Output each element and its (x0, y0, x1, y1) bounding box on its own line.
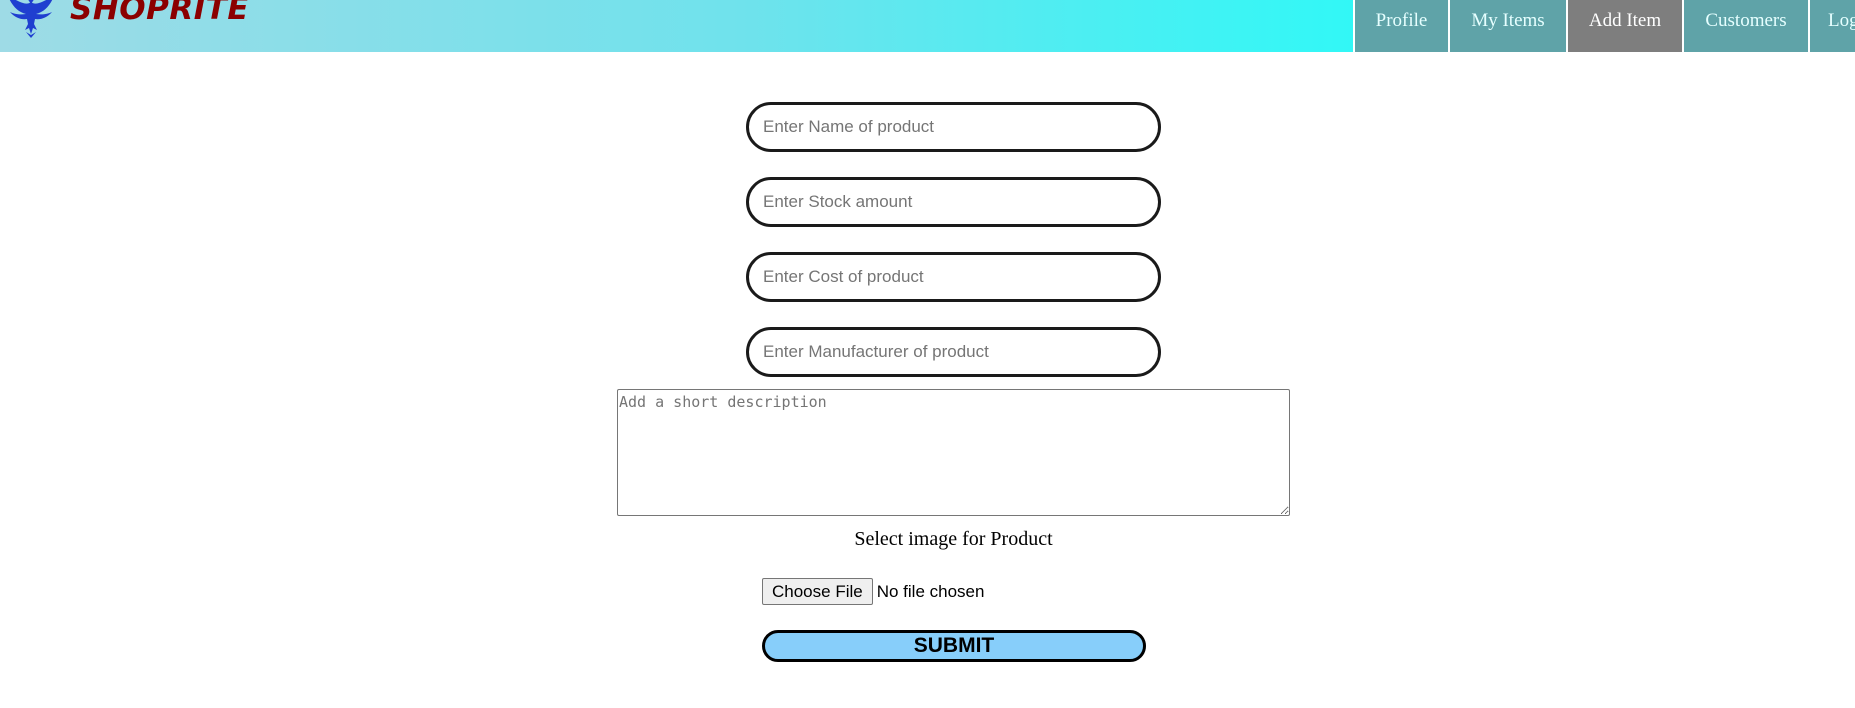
nav-item-add-item[interactable]: Add Item (1566, 0, 1682, 52)
product-name-input[interactable] (746, 102, 1161, 152)
nav-item-customers[interactable]: Customers (1682, 0, 1808, 52)
nav-item-my-items[interactable]: My Items (1448, 0, 1566, 52)
main-nav: Profile My Items Add Item Customers Log (1353, 0, 1855, 52)
choose-file-button[interactable]: Choose File (762, 578, 873, 605)
stock-amount-input[interactable] (746, 177, 1161, 227)
nav-item-profile[interactable]: Profile (1353, 0, 1448, 52)
nav-item-log[interactable]: Log (1808, 0, 1855, 52)
submit-button[interactable]: SUBMIT (762, 630, 1146, 662)
file-picker: Choose File No file chosen (762, 578, 984, 605)
eagle-logo-icon[interactable] (6, 0, 56, 38)
site-header: SHOPRITE Profile My Items Add Item Custo… (0, 0, 1855, 52)
description-textarea[interactable] (617, 389, 1290, 516)
manufacturer-input[interactable] (746, 327, 1161, 377)
product-cost-input[interactable] (746, 252, 1161, 302)
image-select-label: Select image for Product (854, 528, 1053, 550)
brand-name[interactable]: SHOPRITE (70, 0, 249, 27)
file-status-text: No file chosen (876, 581, 985, 601)
